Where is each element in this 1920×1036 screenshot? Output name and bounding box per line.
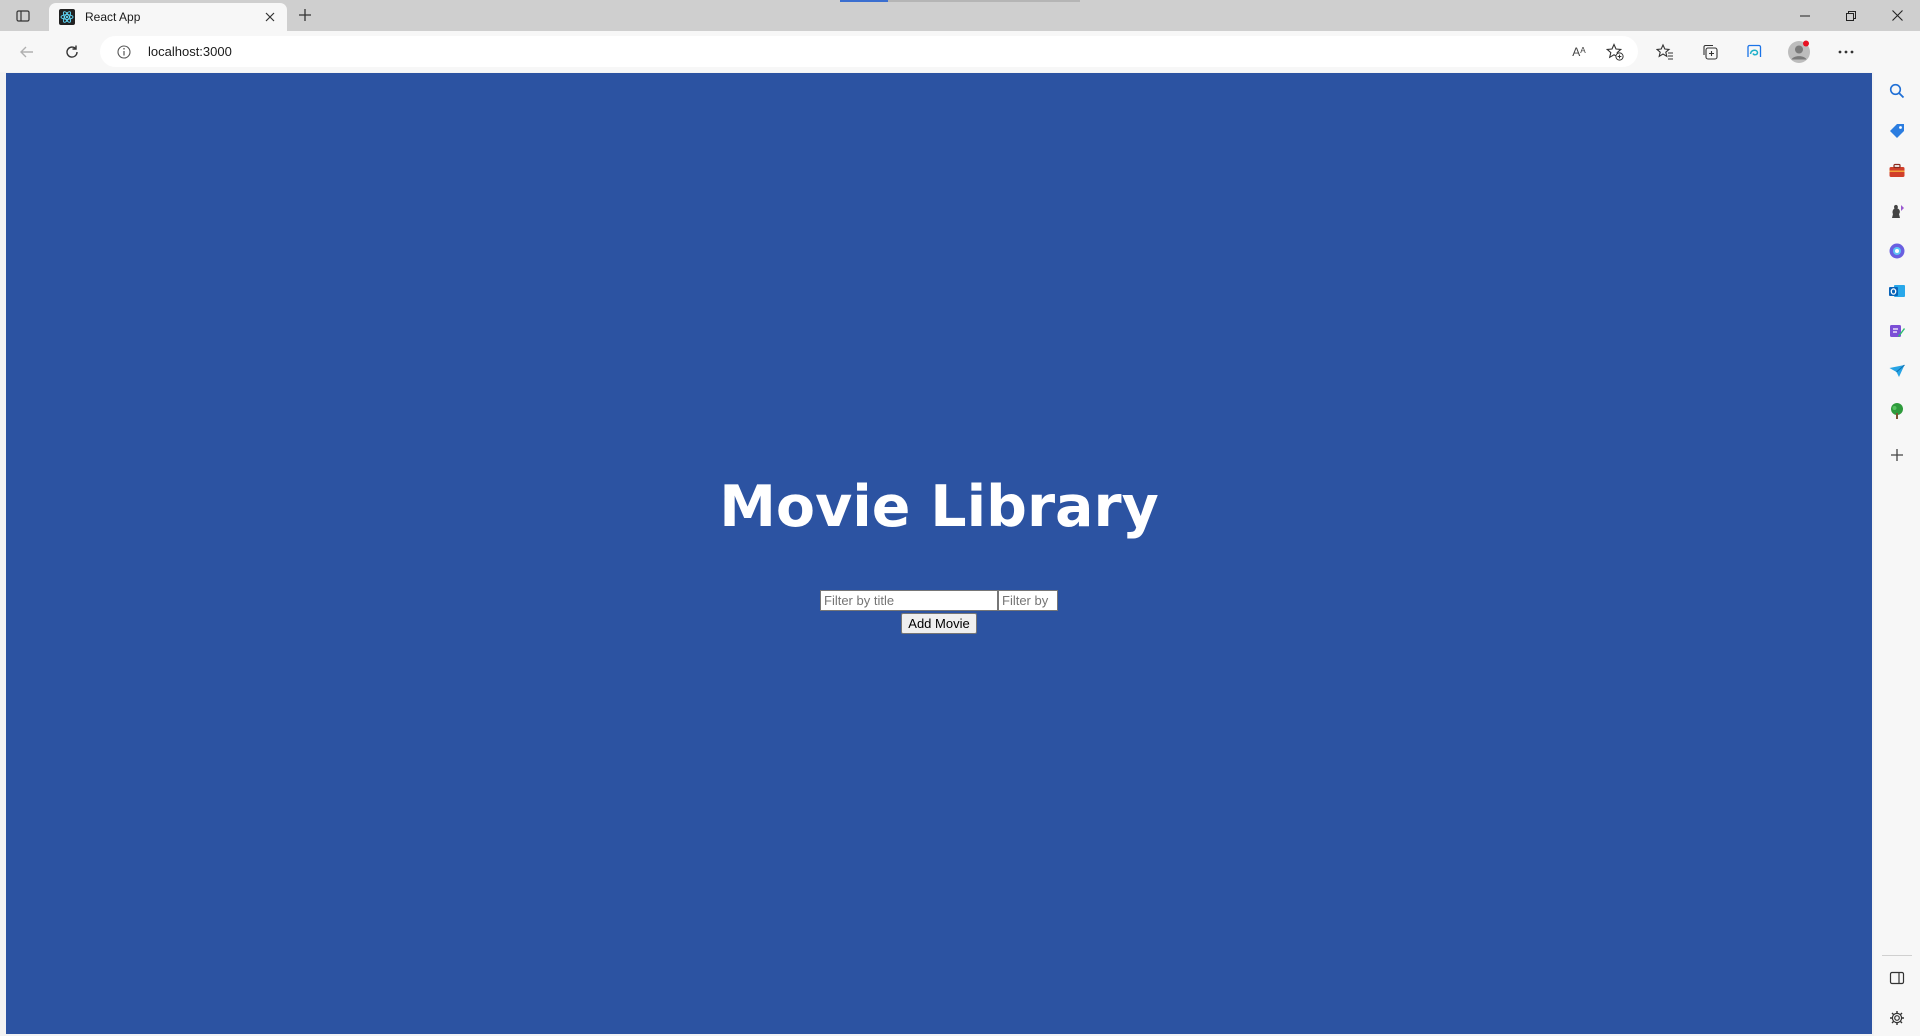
react-favicon-icon [59, 9, 75, 25]
send-icon[interactable] [1885, 359, 1909, 383]
edge-sidebar [1874, 31, 1920, 1036]
page-viewport: Movie Library Add Movie [6, 73, 1872, 1034]
designer-icon[interactable] [1885, 319, 1909, 343]
window-controls [1782, 0, 1920, 31]
filter-secondary-input[interactable] [998, 589, 1058, 611]
office-icon[interactable] [1885, 239, 1909, 263]
content-column: Movie Library Add Movie [719, 474, 1159, 634]
settings-icon[interactable] [1885, 1006, 1909, 1030]
app-header: Movie Library Add Movie [6, 73, 1872, 1034]
browser-essentials-icon[interactable] [1741, 39, 1767, 65]
tab-react-app[interactable]: React App [49, 3, 287, 31]
info-icon[interactable] [116, 44, 132, 60]
browser-toolbar: localhost:3000 Aᴬ [0, 31, 1920, 72]
tree-icon[interactable] [1885, 399, 1909, 423]
loading-indicator [840, 0, 888, 2]
page-title: Movie Library [719, 473, 1159, 540]
filter-title-input[interactable] [820, 589, 998, 611]
games-icon[interactable] [1885, 199, 1909, 223]
search-icon[interactable] [1885, 79, 1909, 103]
sidebar-divider [1882, 955, 1912, 956]
close-window-icon[interactable] [1874, 0, 1920, 31]
address-bar[interactable]: localhost:3000 Aᴬ [100, 36, 1638, 67]
favorites-icon[interactable] [1652, 39, 1678, 65]
tools-icon[interactable] [1885, 159, 1909, 183]
outlook-icon[interactable] [1885, 279, 1909, 303]
collections-icon[interactable] [1697, 39, 1723, 65]
profile-icon[interactable] [1786, 39, 1812, 65]
tab-title: React App [85, 10, 141, 24]
restore-icon[interactable] [1828, 0, 1874, 31]
star-plus-icon[interactable] [1605, 42, 1625, 62]
more-icon[interactable] [1833, 39, 1859, 65]
split-pane-icon[interactable] [1885, 966, 1909, 990]
minimize-icon[interactable] [1782, 0, 1828, 31]
add-movie-button[interactable]: Add Movie [901, 612, 977, 634]
shopping-tag-icon[interactable] [1885, 119, 1909, 143]
tab-actions-icon[interactable] [12, 5, 34, 27]
back-arrow-icon[interactable] [14, 39, 40, 65]
add-icon[interactable] [1885, 443, 1909, 467]
url-text[interactable]: localhost:3000 [148, 44, 232, 59]
read-aloud-icon[interactable]: Aᴬ [1569, 42, 1589, 62]
tab-strip: React App [0, 0, 1920, 31]
refresh-icon[interactable] [59, 39, 85, 65]
filter-row [820, 589, 1058, 611]
close-icon[interactable] [259, 6, 281, 28]
plus-icon[interactable] [294, 4, 316, 26]
